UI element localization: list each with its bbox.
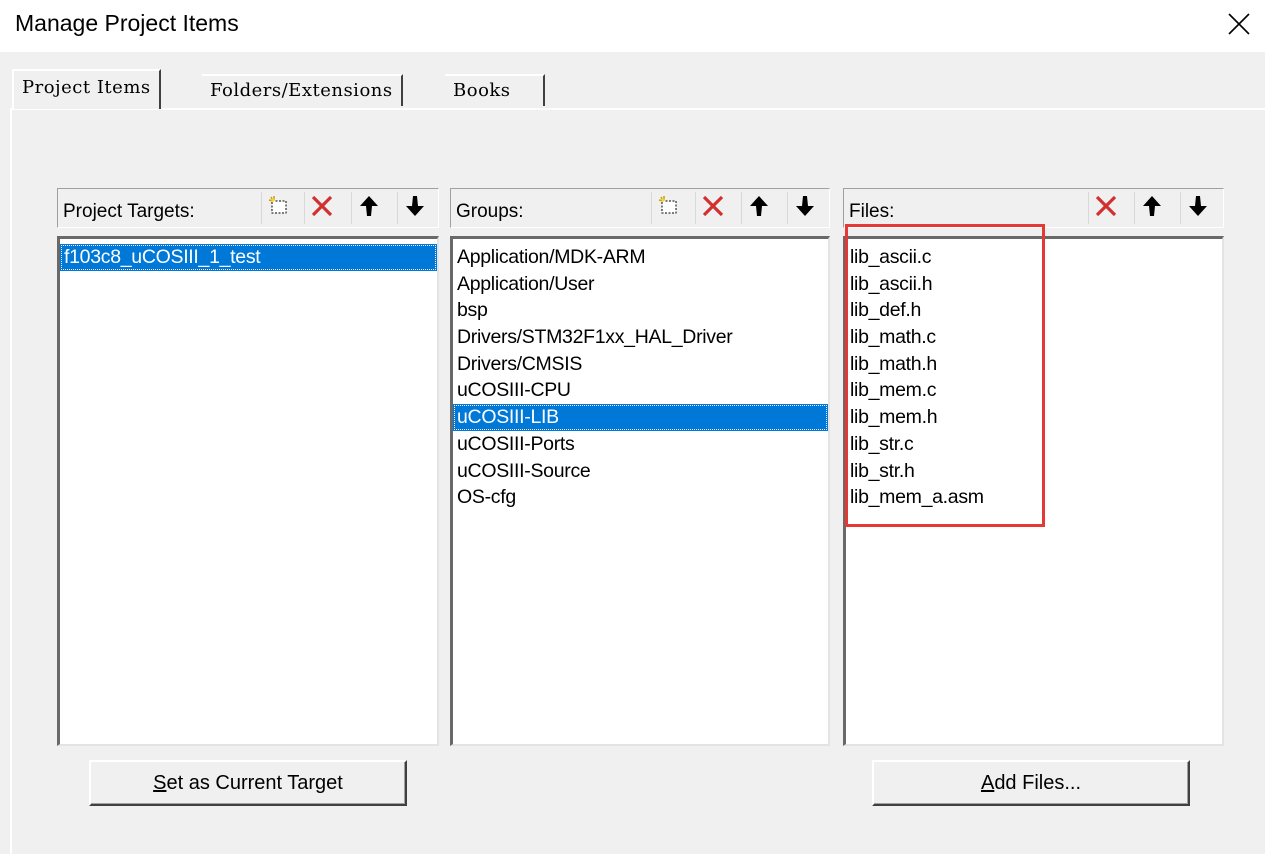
group-list-item[interactable]: Application/MDK-ARM: [453, 244, 828, 271]
move-up-arrow-icon: [1141, 194, 1163, 223]
move-target-up-button[interactable]: [351, 192, 385, 224]
move-target-down-button[interactable]: [397, 192, 431, 224]
groups-header: Groups:: [450, 188, 830, 228]
move-group-down-button[interactable]: [787, 192, 821, 224]
move-up-arrow-icon: [358, 194, 380, 223]
files-header: Files:: [843, 188, 1224, 228]
new-group-button[interactable]: [651, 192, 685, 224]
add-files-label: Add Files...: [980, 771, 1082, 794]
move-down-arrow-icon: [1187, 194, 1209, 223]
file-list-item[interactable]: lib_math.h: [846, 351, 1222, 378]
group-list-item[interactable]: uCOSIII-LIB: [453, 404, 828, 431]
move-file-up-button[interactable]: [1134, 192, 1168, 224]
move-file-down-button[interactable]: [1180, 192, 1214, 224]
project-targets-list[interactable]: f103c8_uCOSIII_1_test: [57, 236, 439, 746]
window-title: Manage Project Items: [15, 10, 239, 36]
project-targets-header: Project Targets:: [57, 188, 439, 228]
tab-folders-extensions[interactable]: Folders/Extensions: [202, 74, 403, 106]
project-targets-label: Project Targets:: [63, 201, 195, 222]
file-list-item[interactable]: lib_ascii.c: [846, 244, 1222, 271]
tab-books[interactable]: Books: [445, 74, 545, 106]
new-item-icon: [658, 195, 680, 222]
file-list-item[interactable]: lib_math.c: [846, 324, 1222, 351]
new-target-button[interactable]: [261, 192, 295, 224]
file-list-item[interactable]: lib_ascii.h: [846, 271, 1222, 298]
target-list-item[interactable]: f103c8_uCOSIII_1_test: [60, 244, 437, 271]
dialog-body: Project Items Folders/Extensions Books P…: [0, 52, 1265, 868]
delete-group-button[interactable]: [695, 192, 729, 224]
groups-label: Groups:: [456, 201, 524, 222]
files-label: Files:: [849, 201, 895, 222]
group-list-item[interactable]: bsp: [453, 297, 828, 324]
file-list-item[interactable]: lib_def.h: [846, 297, 1222, 324]
move-down-arrow-icon: [794, 194, 816, 223]
group-list-item[interactable]: Drivers/CMSIS: [453, 351, 828, 378]
project-targets-panel: Project Targets: f103c8_uCOSIII_1_test: [57, 188, 439, 746]
move-group-up-button[interactable]: [741, 192, 775, 224]
set-as-current-target-button[interactable]: Set as Current Target: [89, 760, 407, 806]
group-list-item[interactable]: Drivers/STM32F1xx_HAL_Driver: [453, 324, 828, 351]
group-list-item[interactable]: Application/User: [453, 271, 828, 298]
groups-panel: Groups: Application/MDK-ARM Application/…: [450, 188, 830, 746]
set-as-current-target-label: Set as Current Target: [153, 771, 343, 794]
delete-x-icon: [700, 193, 726, 224]
group-list-item[interactable]: OS-cfg: [453, 484, 828, 511]
group-list-item[interactable]: uCOSIII-CPU: [453, 377, 828, 404]
move-up-arrow-icon: [748, 194, 770, 223]
file-list-item[interactable]: lib_mem_a.asm: [846, 484, 1222, 511]
group-list-item[interactable]: uCOSIII-Ports: [453, 431, 828, 458]
delete-file-button[interactable]: [1088, 192, 1122, 224]
groups-list[interactable]: Application/MDK-ARM Application/User bsp Dr…: [450, 236, 830, 746]
close-icon[interactable]: [1225, 10, 1253, 38]
group-list-item[interactable]: uCOSIII-Source: [453, 458, 828, 485]
file-list-item[interactable]: lib_str.c: [846, 431, 1222, 458]
delete-x-icon: [309, 193, 335, 224]
delete-target-button[interactable]: [304, 192, 338, 224]
file-list-item[interactable]: lib_str.h: [846, 458, 1222, 485]
delete-x-icon: [1093, 193, 1119, 224]
file-list-item[interactable]: lib_mem.h: [846, 404, 1222, 431]
file-list-item[interactable]: lib_mem.c: [846, 377, 1222, 404]
move-down-arrow-icon: [404, 194, 426, 223]
new-item-icon: [268, 195, 290, 222]
files-list[interactable]: lib_ascii.c lib_ascii.h lib_def.h lib_math.…: [843, 236, 1224, 746]
tab-project-items[interactable]: Project Items: [12, 69, 161, 109]
title-bar: Manage Project Items: [0, 0, 1265, 52]
add-files-button[interactable]: Add Files...: [872, 760, 1190, 806]
files-panel: Files: lib_ascii.c lib_ascii.h lib_def.h…: [843, 188, 1224, 746]
